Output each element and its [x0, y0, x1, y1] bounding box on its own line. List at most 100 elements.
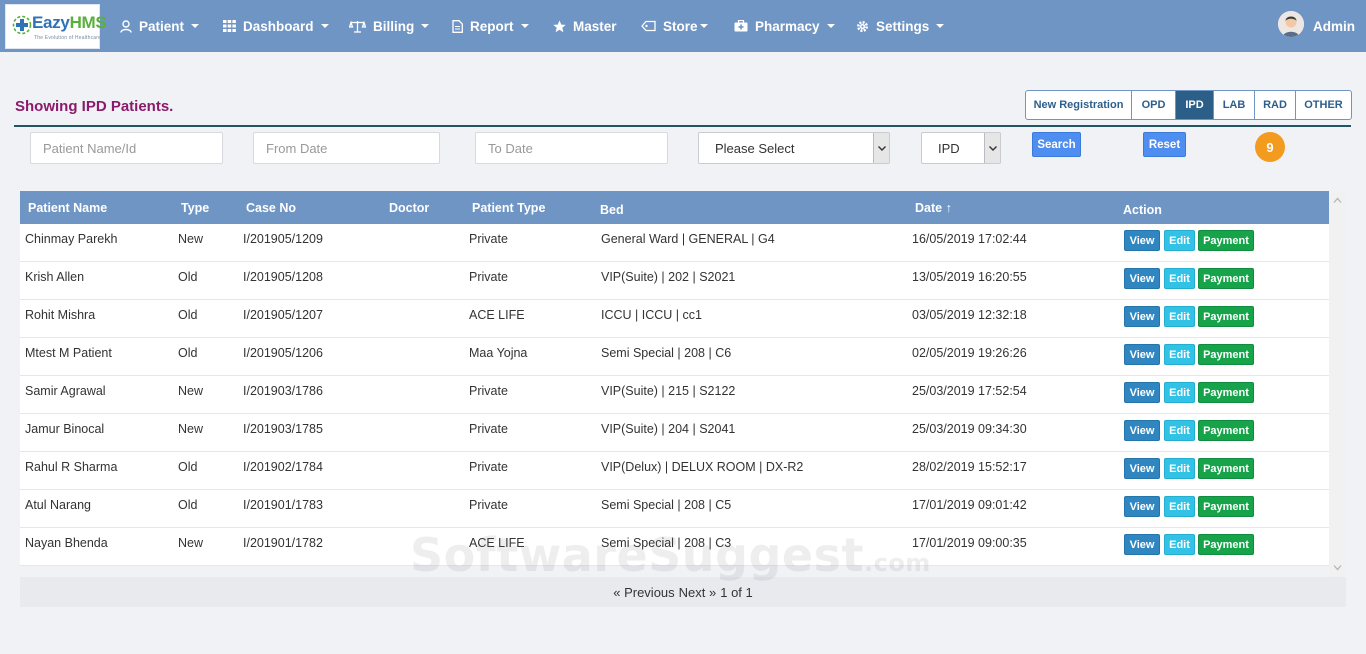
category-select[interactable]: Please Select	[698, 132, 890, 164]
star-icon	[553, 20, 566, 32]
edit-button[interactable]: Edit	[1164, 420, 1195, 441]
cell-patient-type: Private	[469, 498, 508, 512]
cell-type: Old	[178, 460, 198, 474]
nav-patient[interactable]: Patient	[120, 0, 200, 52]
col-type[interactable]: Type	[181, 191, 209, 224]
view-button[interactable]: View	[1124, 496, 1160, 517]
patients-table: Patient Name Type Case No Doctor Patient…	[20, 191, 1329, 566]
col-doctor[interactable]: Doctor	[389, 191, 429, 224]
cell-patient-type: Private	[469, 232, 508, 246]
chevron-down-icon[interactable]	[873, 133, 889, 163]
col-patient-type[interactable]: Patient Type	[472, 191, 545, 224]
app-logo[interactable]: EazyHMS The Evolution of Healthcare	[5, 4, 107, 49]
payment-button[interactable]: Payment	[1198, 344, 1254, 365]
to-date-input[interactable]: To Date	[475, 132, 668, 164]
visit-type-select[interactable]: IPD	[921, 132, 1001, 164]
view-button[interactable]: View	[1124, 420, 1160, 441]
table-row: Mtest M Patient Old I/201905/1206 Maa Yojna…	[20, 338, 1329, 376]
edit-button[interactable]: Edit	[1164, 230, 1195, 251]
cell-case-no: I/201901/1782	[243, 536, 323, 550]
tab-opd[interactable]: OPD	[1132, 91, 1176, 119]
title-divider	[14, 125, 1351, 127]
scroll-up-icon[interactable]	[1333, 196, 1342, 205]
tab-lab[interactable]: LAB	[1214, 91, 1255, 119]
from-date-input[interactable]: From Date	[253, 132, 440, 164]
cell-patient-name: Mtest M Patient	[25, 346, 112, 360]
view-button[interactable]: View	[1124, 230, 1160, 251]
table-body: Chinmay Parekh New I/201905/1209 Private Gen…	[20, 224, 1329, 566]
payment-button[interactable]: Payment	[1198, 496, 1254, 517]
payment-button[interactable]: Payment	[1198, 458, 1254, 479]
table-row: Samir Agrawal New I/201903/1786 Private VIP(…	[20, 376, 1329, 414]
scale-icon	[349, 19, 366, 33]
chevron-down-icon[interactable]	[984, 133, 1000, 163]
payment-button[interactable]: Payment	[1198, 230, 1254, 251]
scroll-down-icon[interactable]	[1333, 563, 1342, 572]
edit-button[interactable]: Edit	[1164, 268, 1195, 289]
col-patient-name[interactable]: Patient Name	[28, 191, 107, 224]
edit-button[interactable]: Edit	[1164, 344, 1195, 365]
cell-date: 25/03/2019 09:34:30	[912, 422, 1027, 436]
next-page-link[interactable]: Next »	[679, 585, 717, 600]
view-button[interactable]: View	[1124, 458, 1160, 479]
col-bed[interactable]: Bed	[600, 193, 624, 226]
edit-button[interactable]: Edit	[1164, 382, 1195, 403]
cell-case-no: I/201905/1208	[243, 270, 323, 284]
nav-master[interactable]: Master	[553, 0, 617, 52]
cell-type: Old	[178, 498, 198, 512]
nav-report[interactable]: Report	[452, 0, 529, 52]
chevron-down-icon	[936, 24, 945, 28]
previous-page-link[interactable]: « Previous	[613, 585, 674, 600]
table-row: Nayan Bhenda New I/201901/1782 ACE LIFE Semi…	[20, 528, 1329, 566]
search-button[interactable]: Search	[1032, 132, 1081, 157]
payment-button[interactable]: Payment	[1198, 382, 1254, 403]
payment-button[interactable]: Payment	[1198, 534, 1254, 555]
nav-pharmacy[interactable]: Pharmacy	[734, 0, 835, 52]
pagination: « Previous Next » 1 of 1	[20, 577, 1346, 607]
tab-new-registration[interactable]: New Registration	[1026, 91, 1132, 119]
tab-other[interactable]: OTHER	[1296, 91, 1351, 119]
chevron-down-icon	[191, 24, 200, 28]
col-case-no[interactable]: Case No	[246, 191, 296, 224]
nav-billing[interactable]: Billing	[349, 0, 430, 52]
nav-store[interactable]: Store	[641, 0, 708, 52]
view-button[interactable]: View	[1124, 534, 1160, 555]
tab-ipd[interactable]: IPD	[1176, 91, 1214, 119]
edit-button[interactable]: Edit	[1164, 534, 1195, 555]
visit-type-value: IPD	[938, 140, 960, 156]
payment-button[interactable]: Payment	[1198, 420, 1254, 441]
payment-button[interactable]: Payment	[1198, 268, 1254, 289]
view-button[interactable]: View	[1124, 382, 1160, 403]
nav-dashboard[interactable]: Dashboard	[223, 0, 329, 52]
edit-button[interactable]: Edit	[1164, 306, 1195, 327]
view-button[interactable]: View	[1124, 268, 1160, 289]
logo-wordmark: EazyHMS	[32, 13, 107, 32]
patient-category-tabs: New Registration OPD IPD LAB RAD OTHER	[1025, 90, 1352, 120]
edit-button[interactable]: Edit	[1164, 458, 1195, 479]
col-date-sort[interactable]: Date ↑	[915, 191, 952, 224]
cell-patient-type: Private	[469, 384, 508, 398]
cell-bed: Semi Special | 208 | C3	[601, 536, 732, 550]
document-icon	[452, 19, 463, 33]
tab-rad[interactable]: RAD	[1255, 91, 1296, 119]
chevron-down-icon	[699, 24, 708, 28]
page-info: 1 of 1	[720, 584, 753, 600]
cell-case-no: I/201905/1207	[243, 308, 323, 322]
user-avatar-icon	[1278, 11, 1304, 37]
cell-type: Old	[178, 270, 198, 284]
chevron-down-icon	[320, 24, 329, 28]
col-action: Action	[1123, 202, 1162, 217]
table-row: Jamur Binocal New I/201903/1785 Private VIP(…	[20, 414, 1329, 452]
avatar[interactable]	[1278, 11, 1304, 37]
payment-button[interactable]: Payment	[1198, 306, 1254, 327]
view-button[interactable]: View	[1124, 306, 1160, 327]
reset-button[interactable]: Reset	[1143, 132, 1186, 157]
cell-case-no: I/201905/1209	[243, 232, 323, 246]
view-button[interactable]: View	[1124, 344, 1160, 365]
patient-name-input[interactable]: Patient Name/Id	[30, 132, 223, 164]
admin-user-menu[interactable]: Admin	[1313, 0, 1355, 52]
nav-settings[interactable]: Settings	[856, 0, 945, 52]
edit-button[interactable]: Edit	[1164, 496, 1195, 517]
table-scrollbar[interactable]	[1329, 191, 1346, 577]
cell-date: 28/02/2019 15:52:17	[912, 460, 1027, 474]
